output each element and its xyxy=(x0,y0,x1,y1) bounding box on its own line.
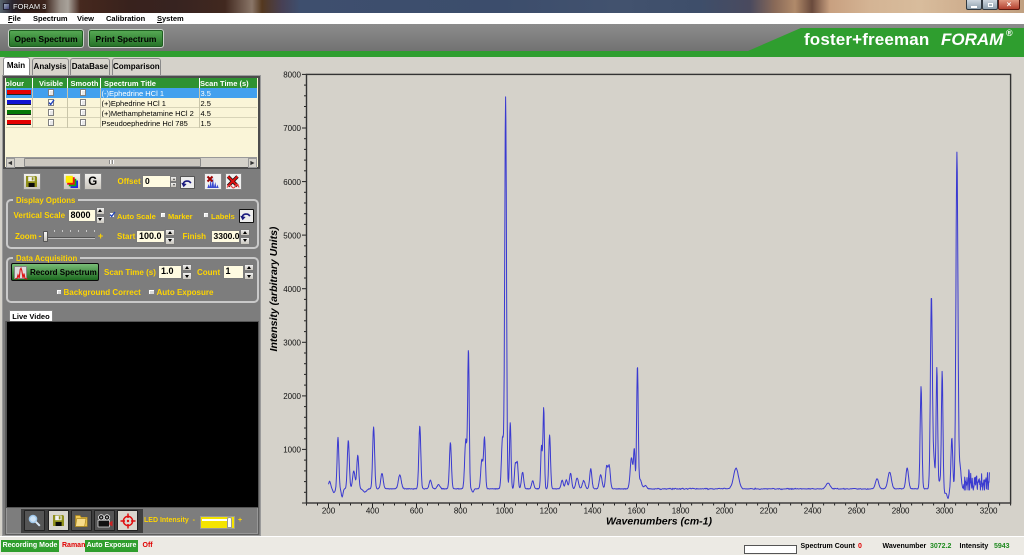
svg-text:2600: 2600 xyxy=(848,507,866,516)
svg-text:3000: 3000 xyxy=(283,339,301,348)
svg-text:3000: 3000 xyxy=(936,507,954,516)
svg-text:1800: 1800 xyxy=(672,507,690,516)
svg-text:6000: 6000 xyxy=(283,178,301,187)
svg-text:2800: 2800 xyxy=(892,507,910,516)
svg-text:Wavenumbers (cm-1): Wavenumbers (cm-1) xyxy=(606,516,713,528)
svg-text:200: 200 xyxy=(322,507,336,516)
svg-text:1400: 1400 xyxy=(584,507,602,516)
svg-text:1000: 1000 xyxy=(283,446,301,455)
svg-text:400: 400 xyxy=(366,507,380,516)
svg-text:1000: 1000 xyxy=(496,507,514,516)
svg-text:2400: 2400 xyxy=(804,507,822,516)
svg-text:1200: 1200 xyxy=(540,507,558,516)
svg-text:7000: 7000 xyxy=(283,124,301,133)
svg-text:8000: 8000 xyxy=(283,71,301,80)
svg-text:1600: 1600 xyxy=(628,507,646,516)
svg-text:2000: 2000 xyxy=(716,507,734,516)
svg-text:4000: 4000 xyxy=(283,285,301,294)
svg-text:2200: 2200 xyxy=(760,507,778,516)
svg-text:800: 800 xyxy=(454,507,468,516)
svg-text:5000: 5000 xyxy=(283,231,301,240)
svg-text:Intensity (arbitrary Units): Intensity (arbitrary Units) xyxy=(268,226,280,351)
svg-text:3200: 3200 xyxy=(980,507,998,516)
svg-text:600: 600 xyxy=(410,507,424,516)
svg-text:2000: 2000 xyxy=(283,392,301,401)
